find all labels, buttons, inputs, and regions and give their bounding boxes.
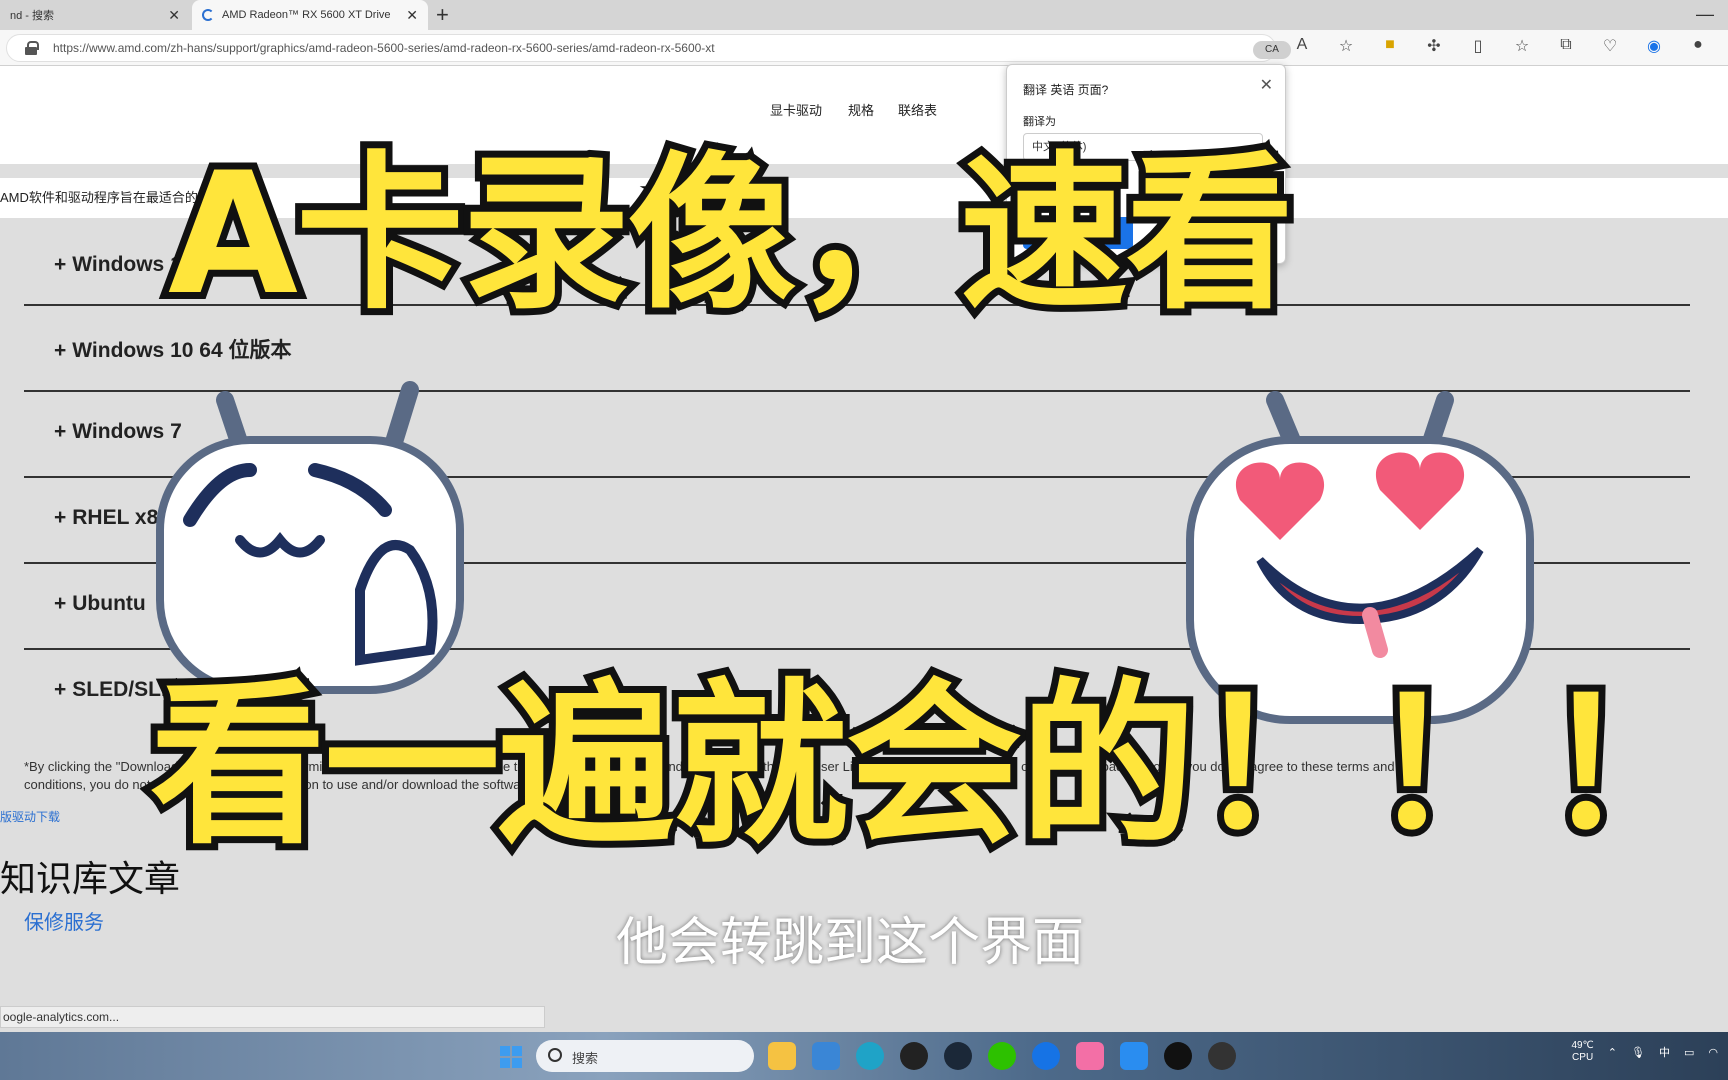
steam-icon[interactable] bbox=[944, 1042, 972, 1070]
search-icon bbox=[548, 1048, 562, 1062]
favorites-icon[interactable]: ☆ bbox=[1510, 36, 1534, 56]
expand-plus-icon: + bbox=[54, 592, 67, 615]
lock-icon[interactable] bbox=[25, 41, 39, 55]
split-screen-icon[interactable]: ▯ bbox=[1466, 36, 1490, 56]
collections-icon[interactable]: ⧉ bbox=[1554, 36, 1578, 56]
toolbar-icons: A ☆ ■ ✣ ▯ ☆ ⧉ ♡ ◉ ● bbox=[1290, 36, 1710, 56]
expand-plus-icon: + bbox=[54, 420, 67, 443]
browser-toolbar: https://www.amd.com/zh-hans/support/grap… bbox=[0, 30, 1728, 66]
microphone-icon[interactable]: 🎙 bbox=[1631, 1046, 1645, 1059]
taskbar-search[interactable]: 搜索 bbox=[536, 1040, 754, 1072]
tab-title: nd - 搜索 bbox=[10, 10, 55, 22]
ime-indicator[interactable]: 中 bbox=[1659, 1044, 1670, 1060]
translate-title: 翻译 英语 页面? bbox=[1023, 83, 1109, 97]
expand-plus-icon: + bbox=[54, 339, 67, 362]
browser-essentials-icon[interactable]: ♡ bbox=[1598, 36, 1622, 56]
expand-plus-icon: + bbox=[54, 253, 67, 276]
app-bird-icon[interactable] bbox=[1120, 1042, 1148, 1070]
app-g-icon[interactable] bbox=[1164, 1042, 1192, 1070]
obs-icon[interactable] bbox=[1208, 1042, 1236, 1070]
old-driver-link[interactable]: 版驱动下载 bbox=[0, 808, 60, 825]
close-icon[interactable]: ✕ bbox=[1260, 75, 1273, 95]
profile-avatar-icon[interactable]: ● bbox=[1686, 36, 1710, 56]
taskbar-apps bbox=[768, 1042, 1236, 1070]
close-tab-icon[interactable]: ✕ bbox=[406, 7, 418, 24]
wifi-icon[interactable]: ◠ bbox=[1708, 1046, 1718, 1059]
favorite-star-icon[interactable]: ☆ bbox=[1334, 36, 1358, 56]
qq-icon[interactable] bbox=[900, 1042, 928, 1070]
store-icon[interactable] bbox=[812, 1042, 840, 1070]
app-pink-icon[interactable] bbox=[1076, 1042, 1104, 1070]
extensions-puzzle-icon[interactable]: ✣ bbox=[1422, 36, 1446, 56]
edge-icon[interactable] bbox=[856, 1042, 884, 1070]
overlay-title-top: A卡录像，速看 bbox=[161, 129, 1301, 339]
chevron-up-icon[interactable]: ⌃ bbox=[1608, 1046, 1617, 1059]
search-placeholder: 搜索 bbox=[572, 1051, 599, 1066]
new-tab-icon[interactable]: + bbox=[436, 2, 449, 28]
display-icon[interactable]: ▭ bbox=[1684, 1046, 1694, 1059]
minimize-icon[interactable]: — bbox=[1696, 4, 1714, 25]
status-bar: oogle-analytics.com... bbox=[0, 1006, 545, 1028]
taskbar: 搜索 49℃ CPU ⌃ 🎙 中 ▭ ◠ bbox=[0, 1032, 1728, 1080]
address-bar[interactable]: https://www.amd.com/zh-hans/support/grap… bbox=[6, 34, 1291, 62]
wechat-icon[interactable] bbox=[988, 1042, 1016, 1070]
tab-bar: nd - 搜索 ✕ AMD Radeon™ RX 5600 XT Drive ✕… bbox=[0, 0, 1728, 30]
close-tab-icon[interactable]: ✕ bbox=[168, 7, 180, 24]
cpu-temp: 49℃ CPU bbox=[1571, 1040, 1594, 1063]
app-blue-icon[interactable] bbox=[1032, 1042, 1060, 1070]
expand-plus-icon: + bbox=[54, 678, 67, 701]
os-label: + Ubuntu bbox=[54, 592, 146, 615]
loading-spinner-icon bbox=[202, 9, 214, 21]
edge-bar-icon[interactable]: ◉ bbox=[1642, 36, 1666, 56]
expand-plus-icon: + bbox=[54, 506, 67, 529]
system-tray: 49℃ CPU ⌃ 🎙 中 ▭ ◠ bbox=[1571, 1040, 1718, 1064]
url-text[interactable]: https://www.amd.com/zh-hans/support/grap… bbox=[53, 41, 715, 55]
tab-search[interactable]: nd - 搜索 ✕ bbox=[0, 0, 190, 30]
windows-start-icon[interactable] bbox=[500, 1046, 522, 1068]
overlay-title-bottom: 看一遍就会的！！！ bbox=[143, 656, 1725, 875]
extension-icon[interactable]: ■ bbox=[1378, 36, 1402, 56]
warranty-link[interactable]: 保修服务 bbox=[24, 906, 104, 935]
read-aloud-icon[interactable]: A bbox=[1290, 36, 1314, 56]
video-subtitle: 他会转跳到这个界面 bbox=[616, 914, 1085, 972]
tab-amd[interactable]: AMD Radeon™ RX 5600 XT Drive ✕ bbox=[192, 0, 428, 30]
tab-title: AMD Radeon™ RX 5600 XT Drive bbox=[222, 9, 391, 21]
translate-icon[interactable]: CA bbox=[1253, 41, 1291, 59]
file-explorer-icon[interactable] bbox=[768, 1042, 796, 1070]
